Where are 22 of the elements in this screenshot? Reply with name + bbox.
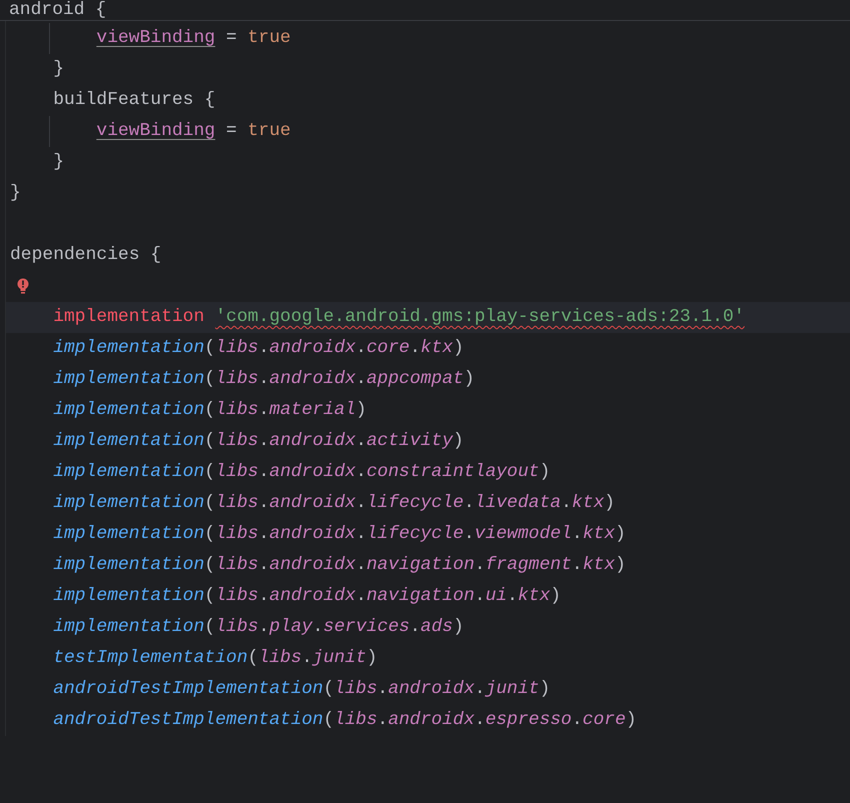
code-line: androidTestImplementation(libs.androidx.espresso.core): [52, 709, 638, 732]
code-line: implementation(libs.play.services.ads): [52, 616, 465, 639]
code-line: implementation(libs.androidx.lifecycle.viewmodel.ktx): [52, 523, 627, 546]
sticky-header-line: android {: [9, 0, 106, 20]
code-line: implementation(libs.androidx.core.ktx): [52, 337, 465, 360]
code-line: implementation(libs.androidx.navigation.fragment.ktx): [52, 554, 627, 577]
code-line: }: [9, 182, 22, 205]
code-line: androidTestImplementation(libs.androidx.junit): [52, 678, 552, 701]
code-line: implementation(libs.androidx.activity): [52, 430, 465, 453]
code-line: viewBinding = true: [6, 23, 850, 54]
code-line: implementation(libs.androidx.lifecycle.livedata.ktx): [52, 492, 616, 515]
code-line: viewBinding = true: [6, 116, 850, 147]
code-line: }: [52, 58, 65, 81]
code-line: implementation(libs.androidx.appcompat): [52, 368, 476, 391]
code-line: dependencies {: [9, 244, 162, 267]
code-line: implementation(libs.material): [52, 399, 368, 422]
code-line: implementation(libs.androidx.navigation.ui.ktx): [52, 585, 562, 608]
lightbulb-icon[interactable]: [17, 278, 29, 294]
code-line: }: [52, 151, 65, 174]
code-line: buildFeatures {: [52, 89, 216, 112]
code-line: implementation(libs.androidx.constraintlayout): [52, 461, 552, 484]
code-line: testImplementation(libs.junit): [52, 647, 378, 670]
